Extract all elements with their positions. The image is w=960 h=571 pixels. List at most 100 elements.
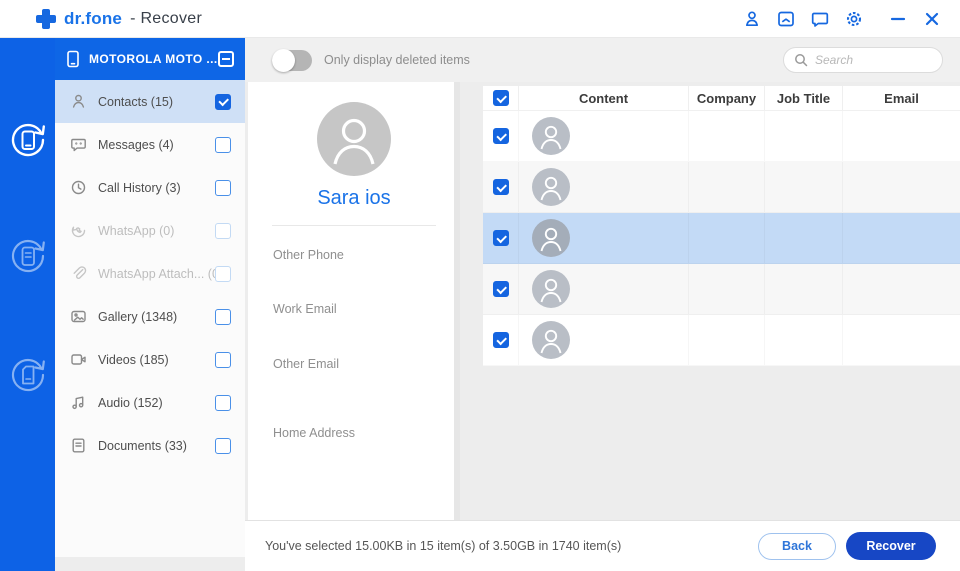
sidebar-item-checkbox[interactable]: [215, 351, 231, 368]
category-sidebar: MOTOROLA MOTO ... Contacts (15) Messages …: [55, 38, 245, 571]
cell-email: [843, 162, 960, 212]
divider: [272, 225, 436, 226]
toggle-label: Only display deleted items: [324, 53, 470, 67]
sidebar-item-documents[interactable]: Documents (33): [55, 424, 245, 467]
row-checkbox[interactable]: [492, 230, 509, 246]
toggle-knob[interactable]: [272, 48, 295, 72]
contact-avatar: [532, 219, 570, 257]
sidebar-item-label: Contacts (15): [98, 94, 174, 109]
column-header-company: Company: [689, 86, 765, 110]
sidebar-item-gallery[interactable]: Gallery (1348): [55, 295, 245, 338]
chat-icon[interactable]: [810, 9, 830, 29]
sidebar-item-label: Videos (185): [98, 352, 169, 367]
sidebar-item-checkbox[interactable]: [215, 437, 231, 454]
field-label-other-email: Other Email: [273, 357, 339, 371]
search-icon: [795, 54, 808, 67]
device-header[interactable]: MOTOROLA MOTO ...: [55, 38, 245, 80]
sidebar-item-checkbox[interactable]: [215, 179, 231, 196]
recover-button[interactable]: Recover: [846, 532, 936, 560]
contact-avatar-large: [317, 102, 391, 176]
cell-content: [519, 264, 689, 314]
cell-company: [689, 213, 765, 263]
cell-company: [689, 264, 765, 314]
collapse-icon[interactable]: [217, 51, 234, 67]
save-icon[interactable]: [776, 9, 796, 29]
title-bar: dr.fone - Recover: [0, 0, 960, 38]
whatsapp-icon: [70, 222, 87, 239]
app-window: dr.fone - Recover MOTOROLA MOTO ... Cont…: [0, 0, 960, 571]
sidebar-item-whatsapp[interactable]: WhatsApp (0): [55, 209, 245, 252]
cell-company: [689, 162, 765, 212]
search-input[interactable]: [815, 53, 932, 67]
cell-job-title: [765, 315, 843, 365]
close-icon[interactable]: [922, 9, 942, 29]
sidebar-item-label: Gallery (1348): [98, 309, 178, 324]
cell-email: [843, 315, 960, 365]
list-toolbar: Only display deleted items: [245, 38, 960, 82]
column-header-job-title: Job Title: [765, 86, 843, 110]
cell-content: [519, 162, 689, 212]
deleted-items-toggle[interactable]: [272, 48, 312, 72]
back-button[interactable]: Back: [758, 532, 836, 560]
cell-content: [519, 315, 689, 365]
phone-recovery-icon[interactable]: [6, 118, 50, 162]
contact-name: Sara ios: [317, 187, 391, 209]
table-row[interactable]: [483, 264, 960, 315]
table-header: Content Company Job Title Email: [483, 86, 960, 111]
cell-checkbox: [483, 315, 519, 365]
table-row[interactable]: [483, 315, 960, 366]
sidebar-item-label: Messages (4): [98, 137, 174, 152]
sidebar-item-messages[interactable]: Messages (4): [55, 123, 245, 166]
row-checkbox[interactable]: [492, 332, 509, 348]
call-history-icon: [70, 179, 87, 196]
table-row[interactable]: [483, 213, 960, 264]
table-row[interactable]: [483, 111, 960, 162]
detail-scrollbar[interactable]: [454, 82, 460, 520]
search-box[interactable]: [783, 47, 943, 73]
mode-rail: [0, 38, 55, 571]
sidebar-item-whatsapp[interactable]: WhatsApp Attach... (0): [55, 252, 245, 295]
settings-icon[interactable]: [844, 9, 864, 29]
contacts-icon: [70, 93, 87, 110]
table-row[interactable]: [483, 162, 960, 213]
account-icon[interactable]: [742, 9, 762, 29]
footer-bar: You've selected 15.00KB in 15 item(s) of…: [245, 520, 960, 571]
select-all-checkbox[interactable]: [492, 90, 509, 106]
column-header-email: Email: [884, 90, 919, 106]
drfone-logo-icon: [36, 8, 56, 29]
sidebar-item-checkbox[interactable]: [215, 222, 231, 239]
audio-icon: [70, 394, 87, 411]
contact-avatar: [532, 168, 570, 206]
gallery-icon: [70, 308, 87, 325]
cell-job-title: [765, 264, 843, 314]
cell-job-title: [765, 111, 843, 161]
category-list: Contacts (15) Messages (4) Call History (3…: [55, 80, 245, 557]
sidebar-item-call[interactable]: Call History (3): [55, 166, 245, 209]
row-checkbox[interactable]: [492, 281, 509, 297]
cell-checkbox: [483, 111, 519, 161]
field-label-work-email: Work Email: [273, 302, 337, 316]
table-body: [483, 111, 960, 366]
sidebar-item-audio[interactable]: Audio (152): [55, 381, 245, 424]
minimize-icon[interactable]: [888, 9, 908, 29]
videos-icon: [70, 351, 87, 368]
sidebar-item-checkbox[interactable]: [215, 394, 231, 411]
sidebar-item-checkbox[interactable]: [215, 93, 231, 110]
sidebar-item-contacts[interactable]: Contacts (15): [55, 80, 245, 123]
sdcard-recovery-icon[interactable]: [6, 353, 50, 397]
device-recovery-icon[interactable]: [6, 234, 50, 278]
cell-company: [689, 111, 765, 161]
sidebar-item-checkbox[interactable]: [215, 308, 231, 325]
cell-company: [689, 315, 765, 365]
sidebar-item-checkbox[interactable]: [215, 136, 231, 153]
cell-job-title: [765, 162, 843, 212]
sidebar-item-checkbox[interactable]: [215, 265, 231, 282]
contact-avatar: [532, 117, 570, 155]
contact-avatar: [532, 321, 570, 359]
row-checkbox[interactable]: [492, 179, 509, 195]
sidebar-item-videos[interactable]: Videos (185): [55, 338, 245, 381]
cell-email: [843, 111, 960, 161]
row-checkbox[interactable]: [492, 128, 509, 144]
cell-email: [843, 264, 960, 314]
sidebar-scroll-track[interactable]: [55, 557, 245, 571]
